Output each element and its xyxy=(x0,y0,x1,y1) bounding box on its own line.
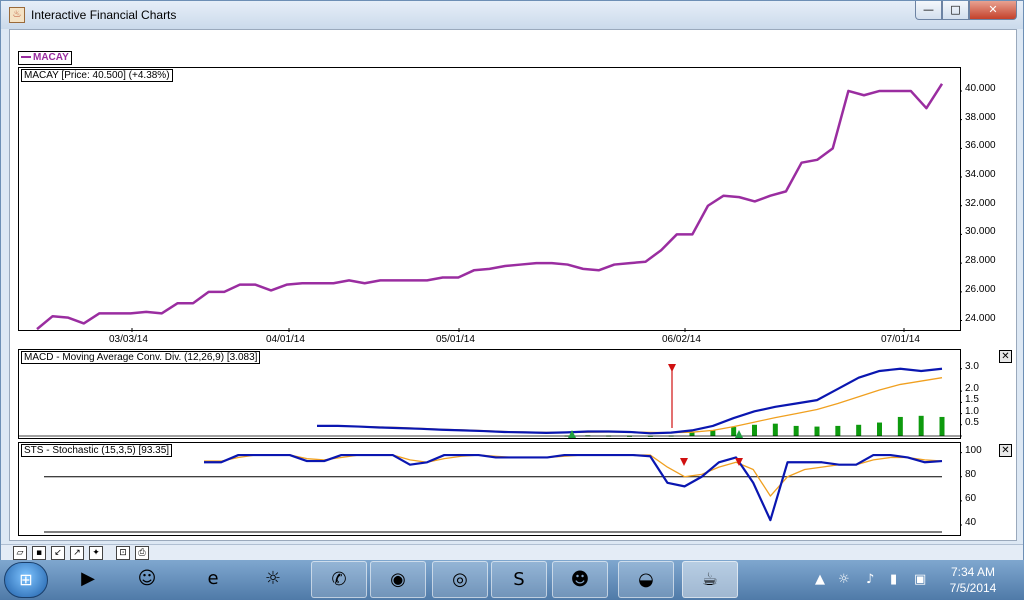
price-x-tick-label: 03/03/14 xyxy=(109,334,148,345)
price-y-tick-label: 30.000 xyxy=(965,226,996,238)
clock-date: 7/5/2014 xyxy=(949,581,997,595)
stochastic-close-button[interactable]: ✕ xyxy=(999,444,1012,457)
macd-histogram-bar xyxy=(897,416,903,436)
price-y-tick-label: 28.000 xyxy=(965,255,996,267)
macd-histogram-bar xyxy=(939,416,945,436)
price-y-tick-label: 36.000 xyxy=(965,140,996,152)
macd-histogram-bar xyxy=(731,427,737,436)
macd-histogram-bar xyxy=(835,425,841,436)
chart-icon[interactable]: ✦ xyxy=(89,546,103,560)
price-x-tick-label: 05/01/14 xyxy=(436,334,475,345)
network-tool-icon[interactable]: ◒ xyxy=(618,561,674,598)
taskbar: ⊞ ▲ ☼ ♪ ▮ ▣ 7:34 AM 7/5/2014 ▶ ☺ e ☼ ✆ ◉ ◎ S ☻ ◒ ☕ xyxy=(0,560,1024,600)
macd-histogram-bar xyxy=(814,426,820,436)
price-x-tick-label: 06/02/14 xyxy=(662,334,701,345)
viber-icon[interactable]: ✆ xyxy=(311,561,367,598)
stochastic-chart xyxy=(44,452,962,533)
clock-time: 7:34 AM xyxy=(950,565,996,579)
export-icon[interactable]: ↙ xyxy=(51,546,65,560)
chrome-icon[interactable]: ◎ xyxy=(432,561,488,598)
macd-histogram-bar xyxy=(710,430,716,436)
power-icon[interactable]: ▣ xyxy=(914,560,926,600)
app-window: ♨ Interactive Financial Charts — □ ✕ MAC… xyxy=(0,0,1024,561)
close-button[interactable]: ✕ xyxy=(969,1,1017,20)
macd-panel[interactable]: MACD - Moving Average Conv. Div. (12,26,… xyxy=(18,349,962,439)
show-hidden-icons-icon[interactable]: ▲ xyxy=(815,560,825,600)
macd-y-tick-label: 2.0 xyxy=(965,383,979,395)
start-button[interactable]: ⊞ xyxy=(4,562,48,598)
price-panel-label: MACAY [Price: 40.500] (+4.38%) xyxy=(21,69,173,82)
signal-icon[interactable]: ▮ xyxy=(890,560,897,600)
stochastic-panel-label: STS - Stochastic (15,3,5) [93.35] xyxy=(21,444,173,457)
macd-y-tick-label: 3.0 xyxy=(965,360,979,372)
internet-explorer-icon[interactable]: e xyxy=(185,561,241,598)
maximize-button[interactable]: □ xyxy=(942,1,969,20)
legend-symbol: MACAY xyxy=(33,52,69,63)
window-title: Interactive Financial Charts xyxy=(31,8,177,22)
stochastic-y-tick-label: 100 xyxy=(965,444,982,456)
macd-panel-label: MACD - Moving Average Conv. Div. (12,26,… xyxy=(21,351,261,364)
save-icon[interactable]: ▪ xyxy=(32,546,46,560)
macd-line xyxy=(317,367,943,435)
stochastic-y-tick-label: 60 xyxy=(965,492,977,504)
macd-histogram-bar xyxy=(752,424,757,436)
macd-y-tick-label: 1.5 xyxy=(965,394,979,406)
tray-app-icon[interactable]: ☼ xyxy=(838,560,850,600)
user-icon[interactable]: ☺ xyxy=(119,561,175,598)
price-y-tick-label: 40.000 xyxy=(965,82,996,94)
stochastic-sell-marker xyxy=(680,458,688,466)
macd-histogram-bar xyxy=(918,415,924,436)
macd-close-button[interactable]: ✕ xyxy=(999,350,1012,363)
stochastic-y-tick-label: 40 xyxy=(965,516,977,528)
macd-histogram-bar xyxy=(793,425,799,436)
zoom-icon[interactable]: ⊡ xyxy=(116,546,130,560)
macd-histogram-bar xyxy=(877,422,882,436)
symbol-legend[interactable]: MACAY xyxy=(18,51,72,65)
macd-signal-line xyxy=(316,377,943,434)
price-y-tick-label: 24.000 xyxy=(965,312,996,324)
macd-histogram-bar xyxy=(856,424,862,436)
mascot-icon[interactable]: ☼ xyxy=(245,561,301,598)
clock[interactable]: 7:34 AM 7/5/2014 xyxy=(935,564,1011,596)
price-x-tick-label: 07/01/14 xyxy=(881,334,920,345)
price-y-tick-label: 38.000 xyxy=(965,111,996,123)
print-icon[interactable]: ⎙ xyxy=(135,546,149,560)
macd-sell-marker xyxy=(668,364,676,372)
java-app-icon: ♨ xyxy=(9,7,25,23)
firefox-icon[interactable]: ◉ xyxy=(370,561,426,598)
volume-icon[interactable]: ♪ xyxy=(866,560,874,600)
stochastic-y-tick-label: 80 xyxy=(965,468,977,480)
minimize-button[interactable]: — xyxy=(915,1,942,20)
price-x-tick-label: 04/01/14 xyxy=(266,334,305,345)
title-bar[interactable]: ♨ Interactive Financial Charts — □ ✕ xyxy=(1,1,1023,29)
stochastic-k-line xyxy=(204,453,943,522)
macd-buy-marker xyxy=(735,430,743,438)
import-icon[interactable]: ↗ xyxy=(70,546,84,560)
price-line xyxy=(36,83,944,331)
macd-y-tick-label: 0.5 xyxy=(965,416,979,428)
bottom-toolbar: ▱ ▪ ↙ ↗ ✦ ⊡ ⎙ xyxy=(1,544,1023,561)
price-chart xyxy=(36,83,962,332)
macd-y-tick-label: 1.0 xyxy=(965,405,979,417)
price-y-tick-label: 32.000 xyxy=(965,197,996,209)
macd-histogram-bar xyxy=(772,423,778,436)
price-y-tick-label: 34.000 xyxy=(965,169,996,181)
media-player-icon[interactable]: ▶ xyxy=(60,561,116,598)
yahoo-messenger-icon[interactable]: ☻ xyxy=(552,561,608,598)
open-icon[interactable]: ▱ xyxy=(13,546,27,560)
skype-icon[interactable]: S xyxy=(491,561,547,598)
stochastic-panel[interactable]: STS - Stochastic (15,3,5) [93.35] xyxy=(18,442,962,536)
chart-area: MACAY MACAY [Price: 40.500] (+4.38%) 40.… xyxy=(9,29,1017,541)
java-icon[interactable]: ☕ xyxy=(682,561,738,598)
price-y-tick-label: 26.000 xyxy=(965,283,996,295)
legend-swatch xyxy=(21,56,31,59)
price-panel[interactable]: MACAY [Price: 40.500] (+4.38%) xyxy=(18,67,962,332)
